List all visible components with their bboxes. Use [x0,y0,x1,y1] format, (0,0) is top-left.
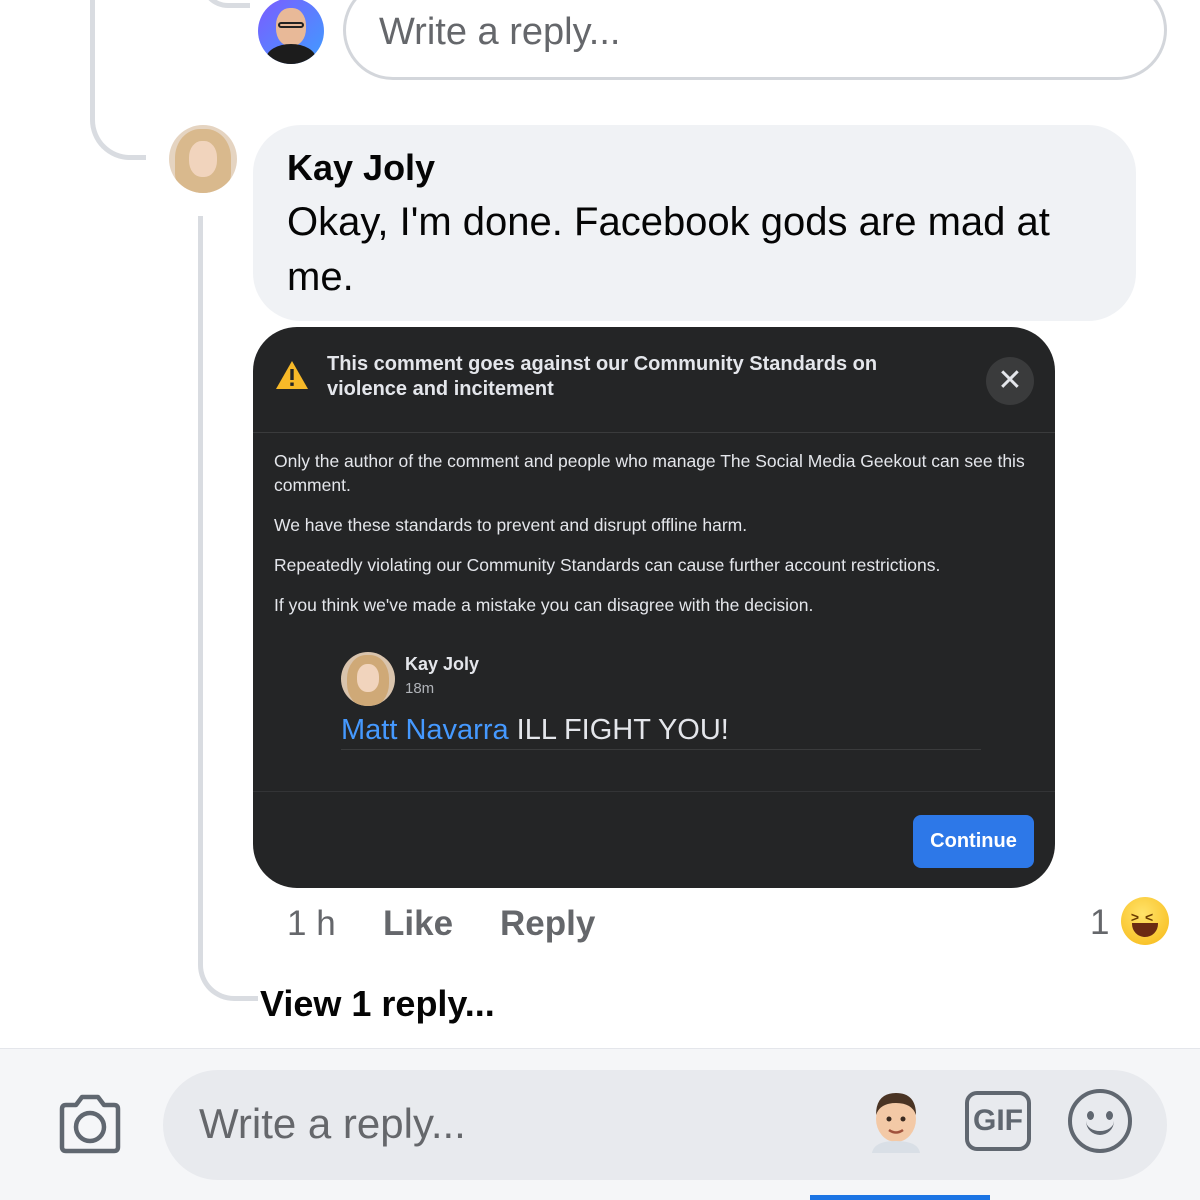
like-button[interactable]: Like [383,904,453,944]
scroll-indicator [810,1195,990,1200]
gif-button[interactable]: GIF [965,1091,1031,1151]
reply-composer: Write a reply... GIF [0,1048,1200,1200]
comment-timestamp[interactable]: 1 h [287,904,336,944]
reaction-count[interactable]: 1 [1090,903,1109,943]
avatar-body [266,44,316,64]
thread-connector-line [90,0,146,160]
divider [253,791,1055,792]
notice-paragraph: Only the author of the comment and peopl… [274,451,1025,495]
notice-title: This comment goes against our Community … [327,353,878,400]
reply-input-placeholder: Write a reply... [379,11,621,53]
quoted-author-name: Kay Joly [405,654,480,674]
view-replies-link[interactable]: View 1 reply... [260,983,495,1025]
avatar-face [189,141,217,177]
community-standards-notice: This comment goes against our Community … [253,327,1055,888]
notice-paragraph: Repeatedly violating our Community Stand… [274,555,941,575]
commenter-avatar[interactable] [169,125,237,193]
reply-button[interactable]: Reply [500,904,595,944]
camera-icon[interactable] [56,1093,124,1155]
avatar-sticker-icon[interactable] [866,1089,926,1153]
reply-input[interactable]: Write a reply... [343,0,1167,80]
notice-body: Only the author of the comment and peopl… [274,449,1034,633]
comment-bubble[interactable]: Kay Joly Okay, I'm done. Facebook gods a… [253,125,1136,321]
current-user-avatar[interactable] [258,0,324,64]
quoted-message: ILL FIGHT YOU! [516,714,729,746]
comment-text: Okay, I'm done. Facebook gods are mad at… [287,200,1050,299]
composer-placeholder: Write a reply... [199,1100,466,1147]
close-icon[interactable]: ✕ [986,357,1034,405]
quoted-comment: Kay Joly 18m Matt Navarra ILL FIGHT YOU! [341,652,981,750]
warning-icon [276,361,308,389]
laughing-emoji-icon[interactable]: >< [1121,897,1169,945]
continue-button[interactable]: Continue [913,815,1034,868]
comment-author[interactable]: Kay Joly [287,147,1102,189]
notice-header: This comment goes against our Community … [253,327,1055,433]
notice-paragraph: We have these standards to prevent and d… [274,515,748,535]
quoted-author-avatar [341,652,395,706]
quoted-timestamp: 18m [405,680,435,697]
thread-connector-line [198,216,258,1001]
thread-connector-line [200,0,250,8]
avatar-glasses [278,22,304,28]
smiley-icon[interactable] [1068,1089,1132,1153]
quoted-text: Matt Navarra ILL FIGHT YOU! [341,714,729,747]
notice-paragraph: If you think we've made a mistake you ca… [274,595,814,615]
avatar-face [357,664,379,692]
user-mention[interactable]: Matt Navarra [341,714,509,746]
